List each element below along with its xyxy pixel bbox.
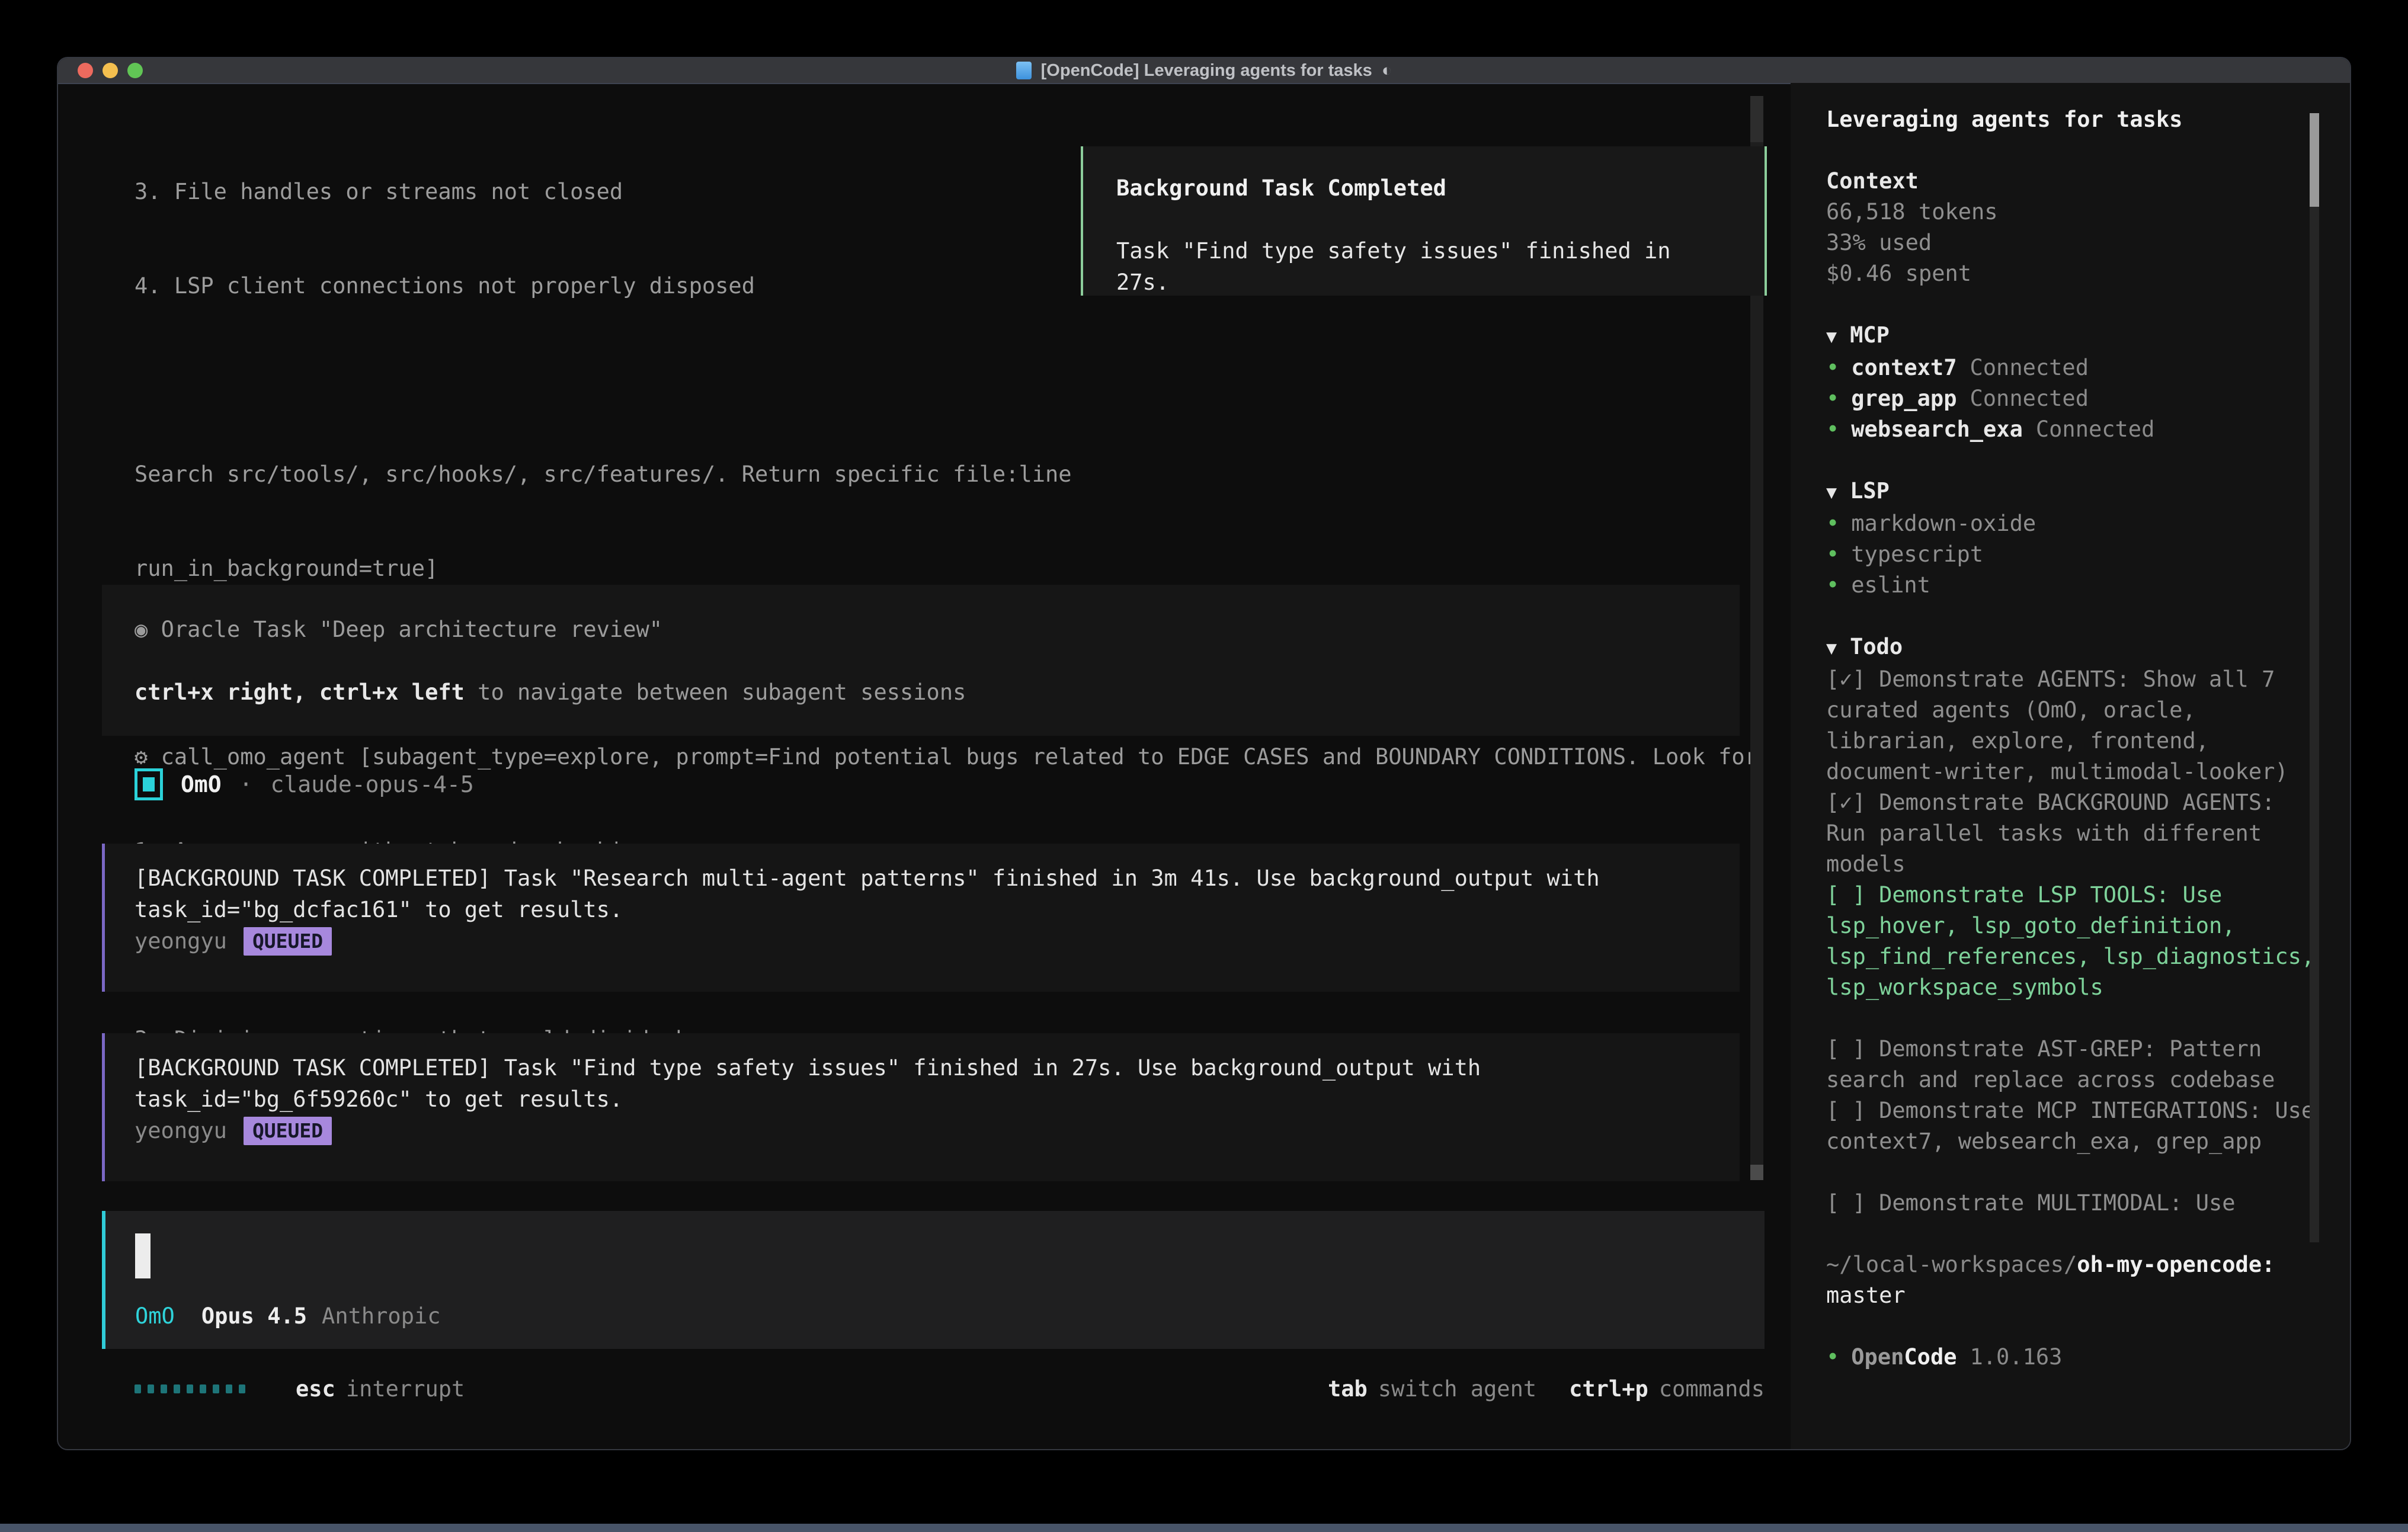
main-scrollbar-thumb-bottom[interactable] — [1750, 1165, 1763, 1180]
shortcut-keys: ctrl+x right, ctrl+x left — [135, 680, 465, 705]
terminal-output: 3. File handles or streams not closed 4.… — [135, 113, 1758, 1400]
agent-icon — [135, 768, 163, 800]
todo-item: [ ] Demonstrate MCP INTEGRATIONS: Use co… — [1826, 1095, 2318, 1157]
notification-title: Background Task Completed — [1116, 172, 1731, 204]
record-icon: ◉ — [135, 617, 148, 642]
background-task-message: [BACKGROUND TASK COMPLETED] Task "Resear… — [102, 844, 1740, 992]
traffic-lights — [78, 63, 143, 78]
section-todo[interactable]: ▼Todo — [1826, 632, 2318, 664]
esc-hint: esc interrupt — [296, 1376, 465, 1402]
main-scrollbar-thumb-top[interactable] — [1750, 96, 1763, 142]
model-info-row: OmO Opus 4.5 Anthropic — [135, 1303, 1735, 1329]
oracle-task-box: ◉ Oracle Task "Deep architecture review"… — [102, 585, 1740, 736]
app-window: [OpenCode] Leveraging agents for tasks ◐… — [57, 57, 2351, 1450]
context-tokens: 66,518 tokens — [1826, 197, 2318, 227]
notification-body: Task "Find type safety issues" finished … — [1116, 235, 1731, 298]
session-title: Leveraging agents for tasks — [1826, 104, 2318, 135]
context-spent: $0.46 spent — [1826, 258, 2318, 289]
session-indicator-icon: ◐ — [1382, 61, 1392, 81]
context-heading: Context — [1826, 166, 2318, 197]
gear-icon: ⚙ — [135, 744, 148, 770]
workspace-path: ~/local-workspaces/oh-my-opencode: — [1826, 1249, 2318, 1280]
username: yeongyu — [135, 1115, 227, 1146]
todo-item: [ ] Demonstrate LSP TOOLS: Use lsp_hover… — [1826, 880, 2318, 1003]
todo-item: [ ] Demonstrate MULTIMODAL: Use — [1826, 1188, 2318, 1219]
bullet-icon: • — [1826, 1344, 1839, 1370]
minimize-button[interactable] — [103, 63, 118, 78]
status-bar: esc interrupt tab switch agent ctrl+p co… — [135, 1372, 1765, 1405]
agent-model: claude-opus-4-5 — [271, 771, 474, 797]
todo-item: [✓] Demonstrate BACKGROUND AGENTS: Run p… — [1826, 787, 2318, 880]
titlebar: [OpenCode] Leveraging agents for tasks ◐ — [58, 58, 2350, 84]
terminal-line: Search src/tools/, src/hooks/, src/featu… — [135, 459, 1758, 490]
agent-session-header: OmO · claude-opus-4-5 — [135, 768, 474, 801]
screen-bottom-strip — [0, 1524, 2408, 1532]
bullet-icon: • — [1826, 386, 1839, 411]
task-message-line: [BACKGROUND TASK COMPLETED] Task "Find t… — [135, 1052, 1710, 1084]
chevron-down-icon: ▼ — [1826, 482, 1837, 503]
terminal-line-blank — [135, 364, 1758, 396]
status-badge: QUEUED — [244, 1117, 332, 1145]
lsp-item: •typescript — [1826, 539, 2318, 570]
bullet-icon: • — [1826, 572, 1839, 598]
chevron-down-icon: ▼ — [1826, 638, 1837, 659]
section-mcp[interactable]: ▼MCP — [1826, 320, 2318, 352]
active-agent-label: OmO — [135, 1303, 175, 1329]
bullet-icon: • — [1826, 511, 1839, 536]
context-used: 33% used — [1826, 227, 2318, 258]
background-task-message: [BACKGROUND TASK COMPLETED] Task "Find t… — [102, 1033, 1740, 1181]
working-spinner — [135, 1384, 245, 1393]
sidebar-scrollbar[interactable] — [2310, 113, 2319, 1242]
agent-name: OmO — [181, 771, 222, 797]
status-badge: QUEUED — [244, 927, 332, 956]
prompt-input[interactable]: OmO Opus 4.5 Anthropic — [102, 1211, 1765, 1349]
bullet-icon: • — [1826, 541, 1839, 567]
mcp-item: •websearch_exaConnected — [1826, 414, 2318, 445]
bullet-icon: • — [1826, 416, 1839, 442]
window-title-text: [OpenCode] Leveraging agents for tasks — [1041, 61, 1372, 81]
chevron-down-icon: ▼ — [1826, 326, 1837, 347]
sidebar-scrollbar-thumb[interactable] — [2310, 113, 2319, 207]
lsp-item: •markdown-oxide — [1826, 508, 2318, 539]
document-icon — [1016, 62, 1032, 79]
separator-dot: · — [239, 771, 253, 797]
commands-hint: ctrl+p commands — [1569, 1376, 1765, 1402]
background-task-notification: Background Task Completed Task "Find typ… — [1081, 146, 1767, 296]
oracle-task-hint: ctrl+x right, ctrl+x left to navigate be… — [135, 677, 1707, 708]
sidebar: Leveraging agents for tasks Context 66,5… — [1791, 83, 2351, 1449]
todo-item: [ ] Demonstrate AST-GREP: Pattern search… — [1826, 1034, 2318, 1095]
tab-hint: tab switch agent — [1328, 1376, 1536, 1402]
bullet-icon: • — [1826, 355, 1839, 380]
window-title: [OpenCode] Leveraging agents for tasks ◐ — [1016, 61, 1392, 81]
app-version: •OpenCode1.0.163 — [1826, 1342, 2318, 1373]
provider-label: Anthropic — [322, 1303, 440, 1329]
active-model-label: Opus 4.5 — [201, 1303, 307, 1329]
mcp-item: •grep_appConnected — [1826, 383, 2318, 414]
zoom-button[interactable] — [127, 63, 143, 78]
oracle-task-title: ◉ Oracle Task "Deep architecture review" — [135, 614, 1707, 645]
username: yeongyu — [135, 925, 227, 957]
git-branch: master — [1826, 1280, 2318, 1311]
task-message-line: task_id="bg_6f59260c" to get results. — [135, 1084, 1710, 1115]
task-message-line: task_id="bg_dcfac161" to get results. — [135, 894, 1710, 925]
todo-item: [✓] Demonstrate AGENTS: Show all 7 curat… — [1826, 664, 2318, 787]
task-message-line: [BACKGROUND TASK COMPLETED] Task "Resear… — [135, 863, 1710, 894]
section-lsp[interactable]: ▼LSP — [1826, 476, 2318, 508]
text-cursor — [135, 1233, 150, 1278]
tool-call-text: call_omo_agent [subagent_type=explore, p… — [161, 744, 1758, 770]
lsp-item: •eslint — [1826, 570, 2318, 601]
terminal-line: run_in_background=true] — [135, 553, 1758, 584]
mcp-item: •context7Connected — [1826, 352, 2318, 383]
close-button[interactable] — [78, 63, 93, 78]
